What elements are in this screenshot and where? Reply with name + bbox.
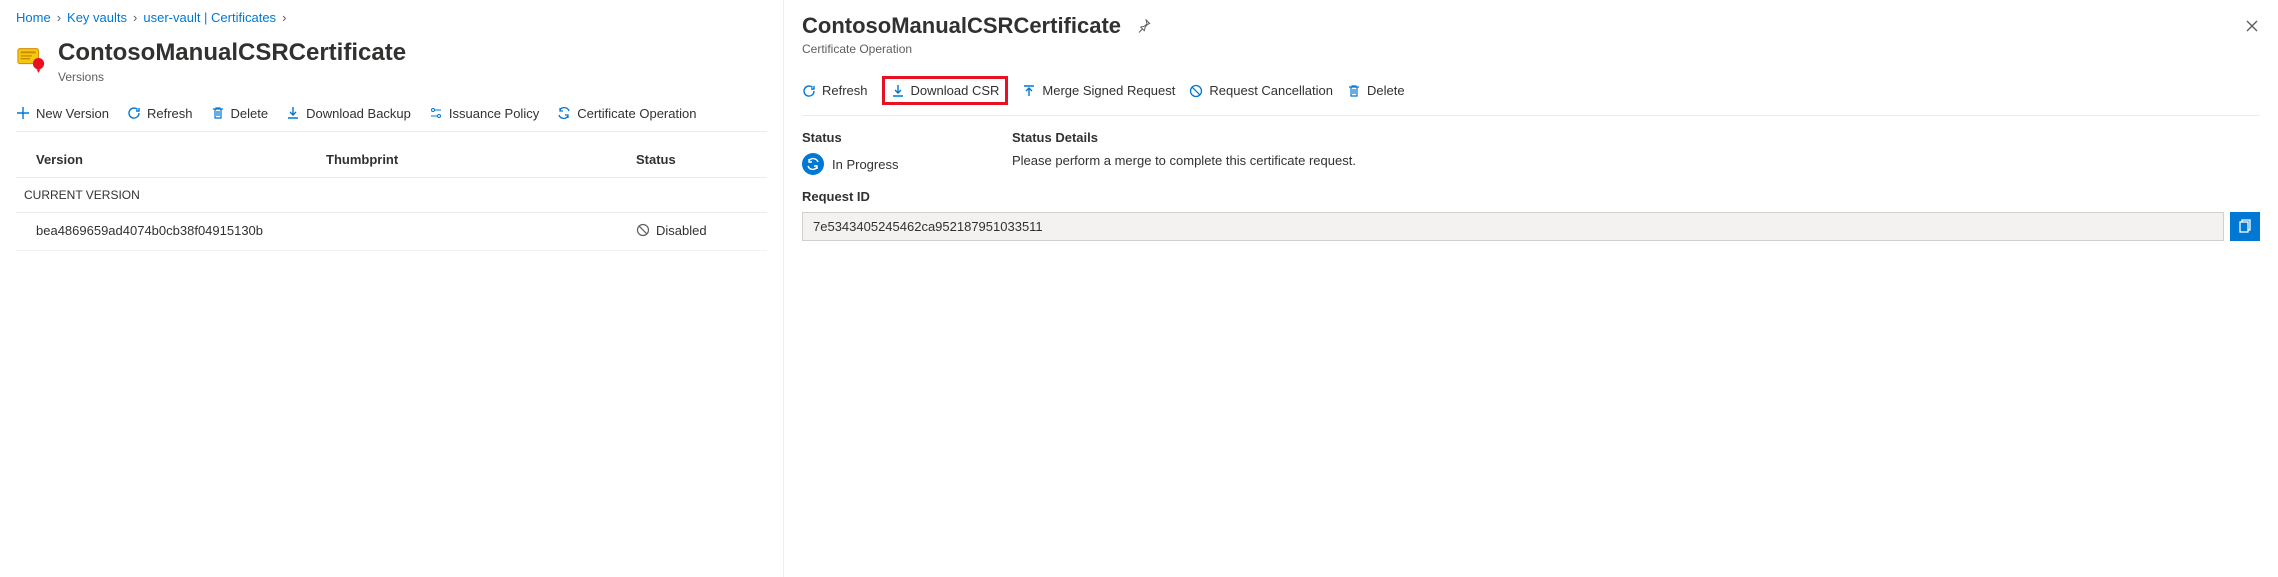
copy-button[interactable]	[2230, 212, 2260, 241]
certificate-operation-button[interactable]: Certificate Operation	[557, 106, 696, 121]
delete-button-2[interactable]: Delete	[1347, 83, 1405, 98]
refresh-button[interactable]: Refresh	[127, 106, 193, 121]
certificate-operation-label: Certificate Operation	[577, 106, 696, 121]
table-header: Version Thumbprint Status	[16, 142, 767, 178]
issuance-policy-label: Issuance Policy	[449, 106, 539, 121]
status-text: In Progress	[832, 157, 898, 172]
details-grid: Status In Progress Status Details Please…	[802, 130, 2260, 175]
refresh-label: Refresh	[147, 106, 193, 121]
download-backup-button[interactable]: Download Backup	[286, 106, 411, 121]
request-id-row: 7e5343405245462ca952187951033511	[802, 212, 2260, 241]
col-header-thumbprint[interactable]: Thumbprint	[326, 152, 636, 167]
close-icon	[2245, 19, 2259, 33]
copy-icon	[2237, 219, 2253, 235]
pin-icon	[1138, 19, 1152, 33]
request-cancellation-button[interactable]: Request Cancellation	[1189, 83, 1333, 98]
upload-icon	[1022, 84, 1036, 98]
section-current-version: CURRENT VERSION	[16, 178, 767, 213]
row-status: Disabled	[636, 223, 707, 238]
in-progress-icon	[802, 153, 824, 175]
breadcrumb-uservault[interactable]: user-vault | Certificates	[143, 10, 276, 25]
status-value: In Progress	[802, 153, 898, 175]
chevron-right-icon: ›	[282, 10, 286, 25]
page-title: ContosoManualCSRCertificate	[58, 39, 406, 68]
row-version: bea4869659ad4074b0cb38f04915130b	[36, 223, 326, 241]
breadcrumb-home[interactable]: Home	[16, 10, 51, 25]
breadcrumb: Home › Key vaults › user-vault | Certifi…	[16, 10, 767, 25]
settings-icon	[429, 106, 443, 120]
panel-subtitle: Certificate Operation	[802, 42, 2260, 56]
highlight-download-csr: Download CSR	[882, 76, 1009, 105]
refresh-label-2: Refresh	[822, 83, 868, 98]
merge-signed-button[interactable]: Merge Signed Request	[1022, 83, 1175, 98]
col-header-status[interactable]: Status	[636, 152, 747, 167]
chevron-right-icon: ›	[133, 10, 137, 25]
download-icon	[286, 106, 300, 120]
request-id-value[interactable]: 7e5343405245462ca952187951033511	[802, 212, 2224, 241]
title-row: ContosoManualCSRCertificate Versions	[16, 39, 767, 84]
pin-button[interactable]	[1131, 12, 1159, 40]
blocked-icon	[636, 223, 650, 237]
right-panel: ContosoManualCSRCertificate Certificate …	[784, 0, 2278, 577]
panel-header: ContosoManualCSRCertificate	[802, 12, 2260, 40]
download-icon	[891, 84, 905, 98]
new-version-button[interactable]: New Version	[16, 106, 109, 121]
chevron-right-icon: ›	[57, 10, 61, 25]
breadcrumb-keyvaults[interactable]: Key vaults	[67, 10, 127, 25]
status-details-text: Please perform a merge to complete this …	[1012, 153, 1356, 168]
cancel-icon	[1189, 84, 1203, 98]
row-status-label: Disabled	[656, 223, 707, 238]
right-toolbar: Refresh Download CSR Merge Signed Reques…	[802, 70, 2260, 116]
page-subtitle: Versions	[58, 70, 406, 84]
refresh-icon	[802, 84, 816, 98]
download-csr-button[interactable]: Download CSR	[891, 83, 1000, 98]
issuance-policy-button[interactable]: Issuance Policy	[429, 106, 539, 121]
download-backup-label: Download Backup	[306, 106, 411, 121]
new-version-label: New Version	[36, 106, 109, 121]
title-block: ContosoManualCSRCertificate Versions	[58, 39, 406, 84]
col-header-version[interactable]: Version	[36, 152, 326, 167]
merge-signed-label: Merge Signed Request	[1042, 83, 1175, 98]
left-panel: Home › Key vaults › user-vault | Certifi…	[0, 0, 784, 577]
trash-icon	[1347, 84, 1361, 98]
refresh-icon	[127, 106, 141, 120]
delete-label-2: Delete	[1367, 83, 1405, 98]
download-csr-label: Download CSR	[911, 83, 1000, 98]
request-cancellation-label: Request Cancellation	[1209, 83, 1333, 98]
sync-icon	[557, 106, 571, 120]
trash-icon	[211, 106, 225, 120]
status-details-label: Status Details	[1012, 130, 1356, 145]
delete-button[interactable]: Delete	[211, 106, 269, 121]
table-row[interactable]: bea4869659ad4074b0cb38f04915130b Disable…	[16, 213, 767, 252]
plus-icon	[16, 106, 30, 120]
request-id-label: Request ID	[802, 189, 2260, 204]
panel-title: ContosoManualCSRCertificate	[802, 13, 1121, 39]
delete-label: Delete	[231, 106, 269, 121]
status-label: Status	[802, 130, 972, 145]
row-thumbprint	[326, 223, 636, 241]
refresh-button-2[interactable]: Refresh	[802, 83, 868, 98]
close-button[interactable]	[2238, 12, 2266, 40]
left-toolbar: New Version Refresh Delete Download Back…	[16, 102, 767, 132]
certificate-icon	[16, 43, 46, 73]
